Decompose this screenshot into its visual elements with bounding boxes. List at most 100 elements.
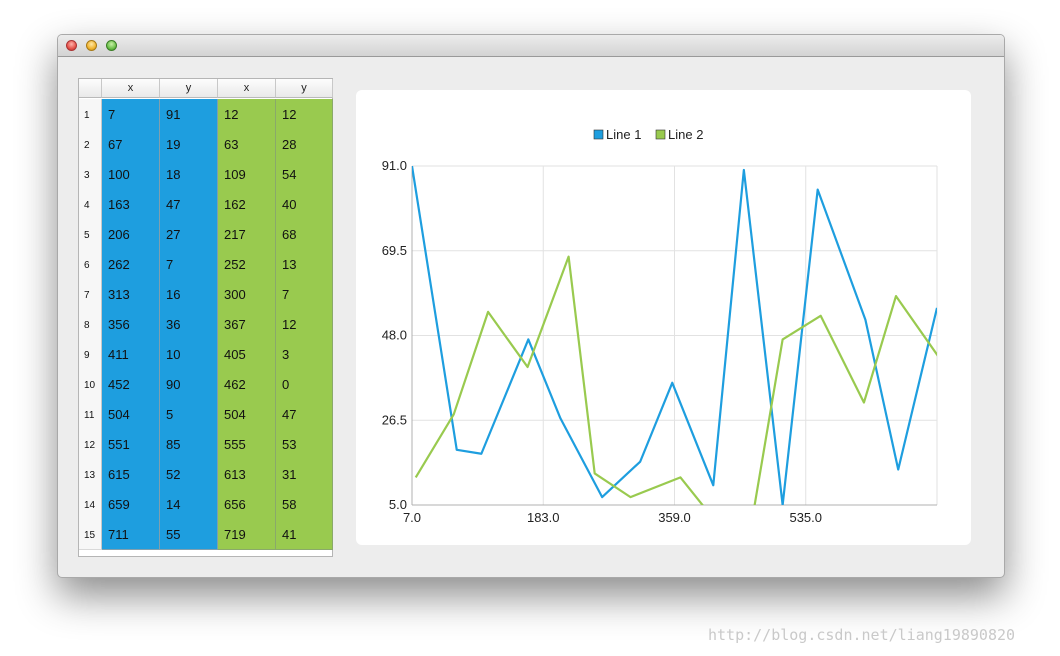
table-cell-y2[interactable]: 47: [276, 399, 333, 430]
table-cell-y2[interactable]: 7: [276, 279, 333, 310]
table-cell-x2[interactable]: 12: [218, 99, 276, 130]
table-cell-x2[interactable]: 63: [218, 129, 276, 160]
row-header[interactable]: 14: [79, 489, 102, 520]
table-cell-y1[interactable]: 55: [160, 519, 218, 550]
row-header[interactable]: 10: [79, 369, 102, 400]
table-cell-x1[interactable]: 551: [102, 429, 160, 460]
table-row[interactable]: 10 452 90 462 0: [79, 369, 333, 400]
table-cell-x2[interactable]: 367: [218, 309, 276, 340]
table-row[interactable]: 5 206 27 217 68: [79, 219, 333, 250]
table-cell-y2[interactable]: 53: [276, 429, 333, 460]
table-cell-y1[interactable]: 85: [160, 429, 218, 460]
table-cell-y1[interactable]: 47: [160, 189, 218, 220]
table-cell-y2[interactable]: 40: [276, 189, 333, 220]
data-table[interactable]: x y x y 1 7 91 12 12 2 67 19 63 28 3 100 18 109 54 4 163…: [78, 78, 333, 557]
table-row[interactable]: 12 551 85 555 53: [79, 429, 333, 460]
row-header[interactable]: 9: [79, 339, 102, 370]
table-cell-y1[interactable]: 18: [160, 159, 218, 190]
table-cell-x1[interactable]: 411: [102, 339, 160, 370]
table-cell-x1[interactable]: 7: [102, 99, 160, 130]
table-cell-x1[interactable]: 659: [102, 489, 160, 520]
table-cell-x2[interactable]: 217: [218, 219, 276, 250]
table-cell-x2[interactable]: 109: [218, 159, 276, 190]
column-header-y2[interactable]: y: [276, 79, 333, 98]
table-cell-y2[interactable]: 28: [276, 129, 333, 160]
table-cell-y2[interactable]: 54: [276, 159, 333, 190]
table-cell-y2[interactable]: 68: [276, 219, 333, 250]
table-row[interactable]: 2 67 19 63 28: [79, 129, 333, 160]
table-cell-y1[interactable]: 5: [160, 399, 218, 430]
table-cell-x1[interactable]: 163: [102, 189, 160, 220]
table-cell-x2[interactable]: 656: [218, 489, 276, 520]
minimize-button[interactable]: [86, 40, 97, 51]
close-button[interactable]: [66, 40, 77, 51]
table-cell-y1[interactable]: 14: [160, 489, 218, 520]
column-header-x2[interactable]: x: [218, 79, 276, 98]
table-cell-y2[interactable]: 3: [276, 339, 333, 370]
table-cell-x1[interactable]: 504: [102, 399, 160, 430]
table-cell-x1[interactable]: 67: [102, 129, 160, 160]
row-header[interactable]: 8: [79, 309, 102, 340]
row-header[interactable]: 5: [79, 219, 102, 250]
table-cell-x1[interactable]: 356: [102, 309, 160, 340]
row-header[interactable]: 4: [79, 189, 102, 220]
table-cell-y1[interactable]: 91: [160, 99, 218, 130]
table-row[interactable]: 4 163 47 162 40: [79, 189, 333, 220]
table-row[interactable]: 15 711 55 719 41: [79, 519, 333, 550]
table-row[interactable]: 6 262 7 252 13: [79, 249, 333, 280]
table-cell-x2[interactable]: 462: [218, 369, 276, 400]
corner-header[interactable]: [79, 79, 102, 98]
table-row[interactable]: 1 7 91 12 12: [79, 99, 333, 130]
table-cell-y1[interactable]: 10: [160, 339, 218, 370]
row-header[interactable]: 15: [79, 519, 102, 550]
table-cell-y1[interactable]: 19: [160, 129, 218, 160]
table-row[interactable]: 7 313 16 300 7: [79, 279, 333, 310]
table-cell-x2[interactable]: 613: [218, 459, 276, 490]
table-cell-x2[interactable]: 555: [218, 429, 276, 460]
table-cell-y1[interactable]: 90: [160, 369, 218, 400]
table-row[interactable]: 8 356 36 367 12: [79, 309, 333, 340]
row-header[interactable]: 2: [79, 129, 102, 160]
table-cell-x1[interactable]: 452: [102, 369, 160, 400]
row-header[interactable]: 6: [79, 249, 102, 280]
table-cell-x1[interactable]: 262: [102, 249, 160, 280]
table-cell-x1[interactable]: 100: [102, 159, 160, 190]
table-cell-y1[interactable]: 27: [160, 219, 218, 250]
column-header-y1[interactable]: y: [160, 79, 218, 98]
table-row[interactable]: 9 411 10 405 3: [79, 339, 333, 370]
table-cell-y1[interactable]: 36: [160, 309, 218, 340]
table-cell-y2[interactable]: 31: [276, 459, 333, 490]
table-cell-y2[interactable]: 13: [276, 249, 333, 280]
table-cell-y1[interactable]: 52: [160, 459, 218, 490]
table-cell-x2[interactable]: 405: [218, 339, 276, 370]
table-cell-x1[interactable]: 313: [102, 279, 160, 310]
table-row[interactable]: 14 659 14 656 58: [79, 489, 333, 520]
table-row[interactable]: 13 615 52 613 31: [79, 459, 333, 490]
table-row[interactable]: 3 100 18 109 54: [79, 159, 333, 190]
table-cell-x2[interactable]: 252: [218, 249, 276, 280]
row-header[interactable]: 12: [79, 429, 102, 460]
table-cell-x2[interactable]: 300: [218, 279, 276, 310]
table-cell-x1[interactable]: 711: [102, 519, 160, 550]
table-cell-y1[interactable]: 16: [160, 279, 218, 310]
table-cell-x2[interactable]: 504: [218, 399, 276, 430]
column-header-x1[interactable]: x: [102, 79, 160, 98]
table-row[interactable]: 11 504 5 504 47: [79, 399, 333, 430]
table-cell-y2[interactable]: 12: [276, 309, 333, 340]
table-cell-x1[interactable]: 206: [102, 219, 160, 250]
zoom-button[interactable]: [106, 40, 117, 51]
table-cell-y2[interactable]: 12: [276, 99, 333, 130]
row-header[interactable]: 13: [79, 459, 102, 490]
table-cell-x2[interactable]: 719: [218, 519, 276, 550]
table-cell-y1[interactable]: 7: [160, 249, 218, 280]
title-bar[interactable]: [58, 35, 1004, 57]
table-cell-x1[interactable]: 615: [102, 459, 160, 490]
row-header[interactable]: 1: [79, 99, 102, 130]
table-cell-y2[interactable]: 41: [276, 519, 333, 550]
table-cell-y2[interactable]: 0: [276, 369, 333, 400]
row-header[interactable]: 11: [79, 399, 102, 430]
table-cell-x2[interactable]: 162: [218, 189, 276, 220]
row-header[interactable]: 7: [79, 279, 102, 310]
row-header[interactable]: 3: [79, 159, 102, 190]
table-cell-y2[interactable]: 58: [276, 489, 333, 520]
